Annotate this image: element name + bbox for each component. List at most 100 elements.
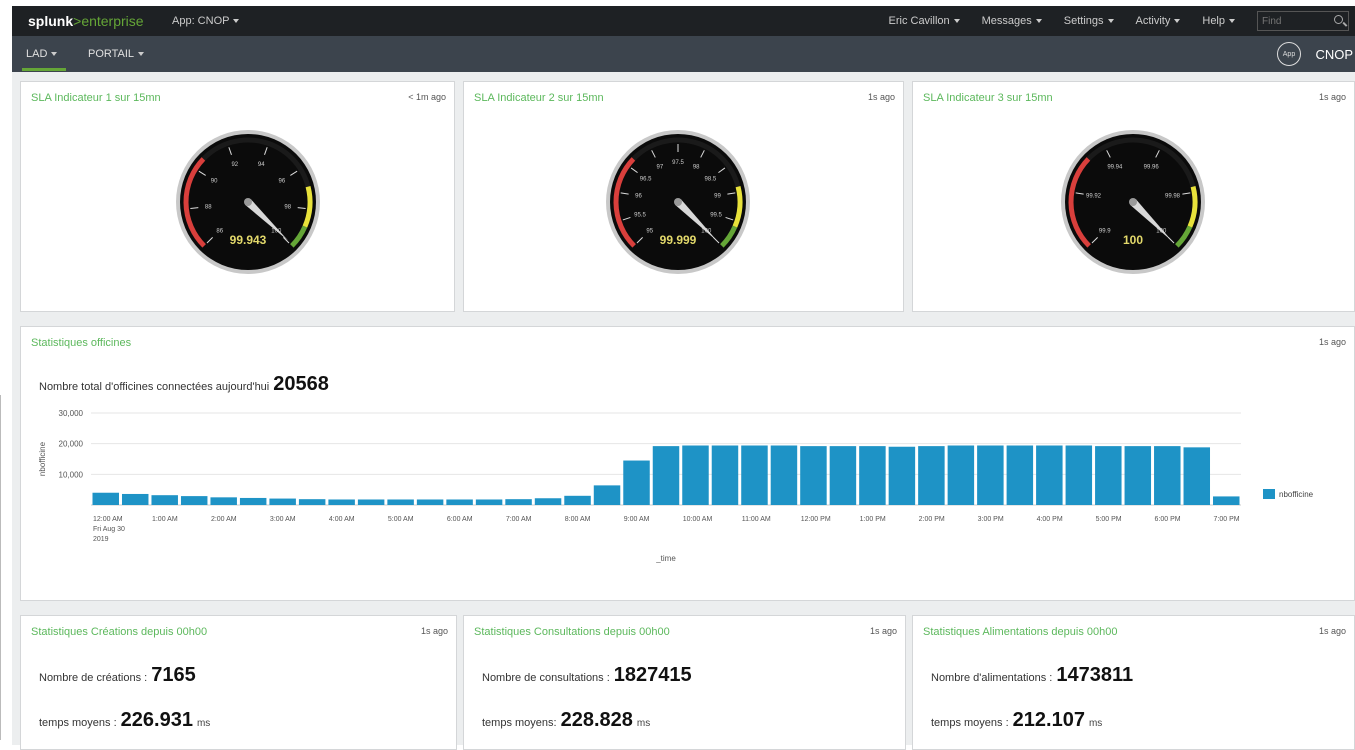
panel-title: Statistiques officines bbox=[31, 337, 131, 349]
app-name: CNOP bbox=[1315, 47, 1353, 62]
chart-bar[interactable] bbox=[1154, 446, 1180, 505]
chart-bar[interactable] bbox=[210, 497, 236, 505]
chart-bar[interactable] bbox=[653, 446, 679, 505]
active-tab-indicator bbox=[22, 68, 66, 71]
panel-title: SLA Indicateur 3 sur 15mn bbox=[923, 92, 1053, 104]
chart-bar[interactable] bbox=[948, 446, 974, 505]
gauge-tick-label: 92 bbox=[231, 162, 238, 168]
avg-row: temps moyens :212.107ms bbox=[931, 709, 1102, 732]
chart-bar[interactable] bbox=[151, 495, 177, 505]
gauge-tick-label: 99.98 bbox=[1165, 194, 1181, 200]
settings-menu[interactable]: Settings bbox=[1064, 15, 1114, 27]
x-tick-label: 3:00 AM bbox=[270, 516, 296, 523]
settings-menu-label: Settings bbox=[1064, 15, 1104, 27]
chevron-down-icon bbox=[1108, 19, 1114, 23]
avg-row: temps moyens :226.931ms bbox=[39, 709, 210, 732]
messages-menu[interactable]: Messages bbox=[982, 15, 1042, 27]
chart-bar[interactable] bbox=[564, 496, 590, 505]
panel-title: Statistiques Alimentations depuis 00h00 bbox=[923, 626, 1117, 638]
chart-bar[interactable] bbox=[122, 494, 148, 505]
gauge-tick-label: 96 bbox=[279, 179, 286, 185]
gauge-tick-label: 86 bbox=[216, 228, 223, 234]
chart-bar[interactable] bbox=[800, 446, 826, 505]
chart-bar[interactable] bbox=[387, 499, 413, 505]
chart-bar[interactable] bbox=[712, 446, 738, 505]
chart-bar[interactable] bbox=[93, 493, 119, 505]
chart-bar[interactable] bbox=[269, 499, 295, 505]
chart-bar[interactable] bbox=[977, 446, 1003, 505]
x-tick-label: 12:00 AM bbox=[93, 516, 123, 523]
nav-lad[interactable]: LAD bbox=[26, 48, 57, 60]
x-axis-label: _time bbox=[655, 554, 676, 563]
panel-timestamp: 1s ago bbox=[870, 626, 897, 636]
chart-bar[interactable] bbox=[446, 499, 472, 505]
panel-title: SLA Indicateur 1 sur 15mn bbox=[31, 92, 161, 104]
chart-bar[interactable] bbox=[1095, 446, 1121, 505]
count-label: Nombre de créations : bbox=[39, 672, 147, 684]
chart-bar[interactable] bbox=[830, 446, 856, 505]
gauge-tick-label: 99 bbox=[714, 194, 721, 200]
chart-bar[interactable] bbox=[1213, 496, 1239, 505]
x-tick-label: 7:00 PM bbox=[1214, 516, 1240, 523]
chart-bar[interactable] bbox=[1007, 446, 1033, 505]
help-menu[interactable]: Help bbox=[1202, 15, 1235, 27]
panel-timestamp: 1s ago bbox=[868, 92, 895, 102]
avg-row: temps moyens:228.828ms bbox=[482, 709, 650, 732]
gauge-tick-label: 96 bbox=[635, 194, 642, 200]
chevron-down-icon bbox=[954, 19, 960, 23]
chevron-down-icon bbox=[1036, 19, 1042, 23]
x-tick-label: 6:00 AM bbox=[447, 516, 473, 523]
panel-title: Statistiques Créations depuis 00h00 bbox=[31, 626, 207, 638]
panel-timestamp: 1s ago bbox=[1319, 92, 1346, 102]
chart-bar[interactable] bbox=[594, 485, 620, 505]
gauge-tick-label: 99.92 bbox=[1086, 194, 1102, 200]
nav-lad-label: LAD bbox=[26, 48, 47, 60]
chart-bar[interactable] bbox=[1036, 446, 1062, 505]
legend-label[interactable]: nbofficine bbox=[1279, 490, 1314, 499]
chart-bar[interactable] bbox=[476, 499, 502, 505]
chart-bar[interactable] bbox=[889, 447, 915, 505]
chart-bar[interactable] bbox=[1066, 446, 1092, 505]
chart-bar[interactable] bbox=[505, 499, 531, 505]
app-bar: LAD PORTAIL App CNOP bbox=[12, 36, 1355, 72]
total-officines-row: Nombre total d'officines connectées aujo… bbox=[39, 373, 329, 396]
chart-bar[interactable] bbox=[918, 446, 944, 505]
gauge-tick-label: 99.96 bbox=[1144, 164, 1160, 170]
user-menu-label: Eric Cavillon bbox=[889, 15, 950, 27]
radial-gauge: 8688909294969810099.943 bbox=[173, 127, 323, 277]
user-menu[interactable]: Eric Cavillon bbox=[889, 15, 960, 27]
chart-bar[interactable] bbox=[1184, 447, 1210, 505]
chart-bar[interactable] bbox=[535, 498, 561, 505]
nav-portail[interactable]: PORTAIL bbox=[88, 48, 144, 60]
gauge-hub bbox=[244, 198, 252, 206]
app-badge-icon[interactable]: App bbox=[1277, 42, 1301, 66]
chart-bar[interactable] bbox=[741, 446, 767, 505]
top-bar: splunk>enterprise App: CNOP Eric Cavillo… bbox=[12, 6, 1355, 36]
chart-bar[interactable] bbox=[328, 499, 354, 505]
chart-bar[interactable] bbox=[623, 461, 649, 505]
panel-timestamp: 1s ago bbox=[421, 626, 448, 636]
x-date-sublabel: Fri Aug 30 bbox=[93, 526, 125, 533]
chart-bar[interactable] bbox=[181, 496, 207, 505]
chart-bar[interactable] bbox=[358, 499, 384, 505]
avg-value: 226.931 bbox=[121, 709, 193, 731]
x-tick-label: 3:00 PM bbox=[978, 516, 1004, 523]
chevron-down-icon bbox=[1229, 19, 1235, 23]
chart-bar[interactable] bbox=[299, 499, 325, 505]
search-box bbox=[1257, 11, 1349, 31]
search-icon[interactable] bbox=[1334, 15, 1343, 24]
chart-bar[interactable] bbox=[1125, 446, 1151, 505]
y-tick-label: 10,000 bbox=[59, 470, 84, 479]
chevron-down-icon bbox=[233, 19, 239, 23]
chart-bar[interactable] bbox=[682, 446, 708, 505]
bar-chart: 10,00020,00030,000nbofficine12:00 AM1:00… bbox=[21, 405, 1351, 585]
chart-bar[interactable] bbox=[771, 446, 797, 505]
chart-bar[interactable] bbox=[240, 498, 266, 505]
chart-bar[interactable] bbox=[859, 446, 885, 505]
chart-bar[interactable] bbox=[417, 499, 443, 505]
help-menu-label: Help bbox=[1202, 15, 1225, 27]
splunk-logo[interactable]: splunk>enterprise bbox=[28, 13, 144, 29]
app-menu[interactable]: App: CNOP bbox=[172, 15, 239, 27]
radial-gauge: 99.999.9299.9499.9699.98100100 bbox=[1058, 127, 1208, 277]
activity-menu[interactable]: Activity bbox=[1136, 15, 1181, 27]
